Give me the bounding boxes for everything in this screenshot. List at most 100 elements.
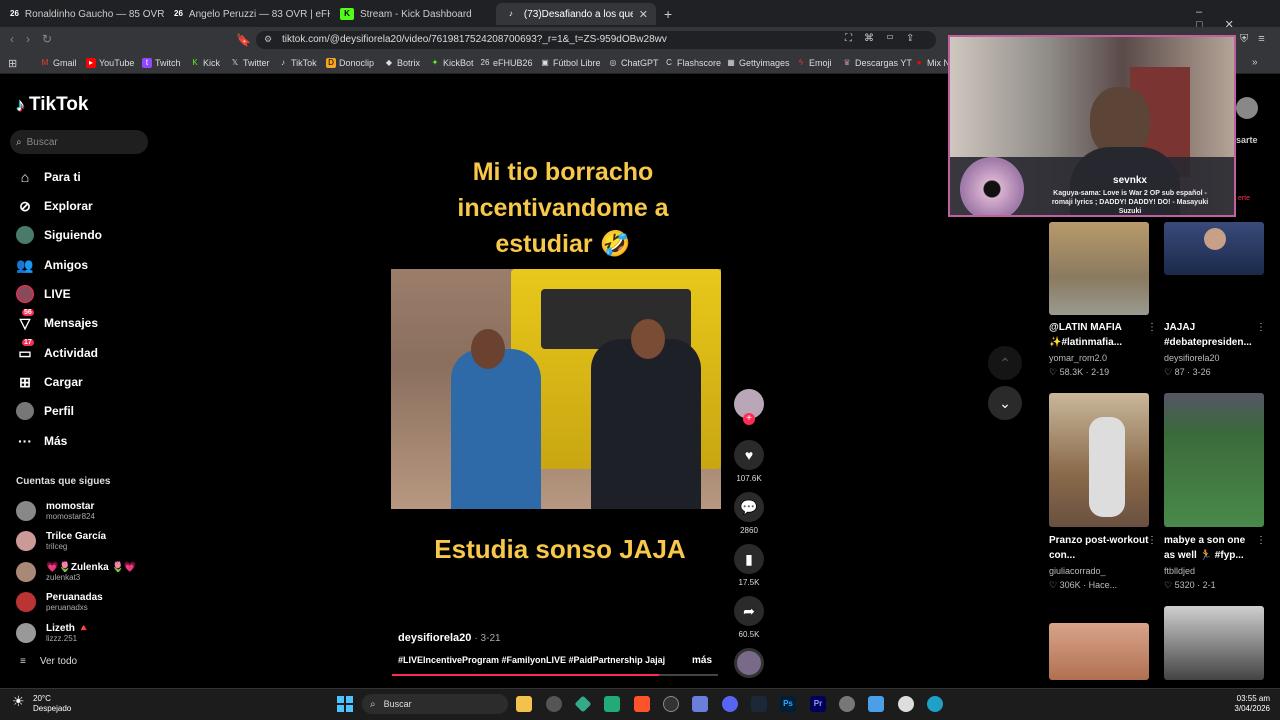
- bookmark-tiktok[interactable]: ♪ TikTok: [278, 56, 317, 70]
- following-account[interactable]: 💗🌷Zulenka 🌷💗 zulenkat3: [16, 559, 136, 585]
- apps-grid-icon[interactable]: ⊞: [8, 57, 17, 70]
- related-video-thumbnail[interactable]: [1164, 606, 1264, 680]
- see-all-link[interactable]: ≡ Ver todo: [20, 656, 77, 667]
- bookmark-futbol-libre[interactable]: ▣ Fútbol Libre: [540, 56, 600, 70]
- sidebar-item-perfil[interactable]: Perfil: [16, 400, 74, 422]
- share-button[interactable]: ➦ 60.5K: [733, 596, 765, 639]
- follow-plus-icon[interactable]: +: [743, 413, 755, 425]
- video-progress-track[interactable]: [392, 674, 718, 676]
- notepad-icon[interactable]: [868, 696, 884, 712]
- sidebar-item-amigos[interactable]: 👥 Amigos: [16, 254, 88, 276]
- related-video-author[interactable]: deysifiorela20: [1164, 352, 1220, 364]
- new-tab-button[interactable]: +: [664, 6, 672, 22]
- next-video-button[interactable]: ⌄: [988, 386, 1022, 420]
- bookmark-twitter[interactable]: 𝕏 Twitter: [230, 56, 270, 70]
- previous-video-button[interactable]: ⌃: [988, 346, 1022, 380]
- related-video-title[interactable]: mabye a son one as well 🏃 #fyp...: [1164, 533, 1258, 563]
- sidebar-item-mensajes[interactable]: ▽ 56 Mensajes: [16, 309, 98, 334]
- steam-icon[interactable]: [751, 696, 767, 712]
- tiktok-logo[interactable]: ♪ TikTok: [16, 94, 88, 116]
- sidebar-item-actividad[interactable]: ▭ 17 Actividad: [16, 339, 98, 364]
- video-player[interactable]: [391, 269, 721, 509]
- search-input[interactable]: ⌕ Buscar: [10, 130, 148, 154]
- related-video-thumbnail[interactable]: [1049, 623, 1149, 680]
- sidebar-item-cargar[interactable]: ⊞ Cargar: [16, 371, 83, 393]
- bookmark-kickbot[interactable]: ✦ KickBot: [430, 56, 474, 70]
- bookmark-page-icon[interactable]: 🔖: [236, 33, 251, 47]
- media-player-icon[interactable]: [898, 696, 914, 712]
- save-button[interactable]: ▮ 17.5K: [733, 544, 765, 587]
- system-clock[interactable]: 03:55 am 3/04/2026: [1200, 694, 1270, 714]
- tab-efhub-ronaldinho[interactable]: 26 Ronaldinho Gaucho — 85 OVR | eFHU: [2, 3, 164, 25]
- sidebar-item-mas[interactable]: ··· Más: [16, 430, 67, 452]
- more-description-button[interactable]: más: [692, 655, 712, 666]
- related-video-thumbnail[interactable]: [1049, 222, 1149, 315]
- related-video-title[interactable]: Pranzo post-workout con...: [1049, 533, 1149, 563]
- bookmark-descargas-yt[interactable]: ♛ Descargas YT: [842, 56, 911, 70]
- taskbar-search[interactable]: ⌕ Buscar: [362, 694, 508, 714]
- windows-start-icon[interactable]: [337, 696, 353, 712]
- following-account[interactable]: Trilce García trilceg: [16, 528, 106, 554]
- discord-icon[interactable]: [722, 696, 738, 712]
- sidebar-item-siguiendo[interactable]: Siguiendo: [16, 224, 102, 246]
- site-info-icon[interactable]: ⚙: [264, 34, 272, 45]
- bookmark-mix[interactable]: ● Mix N: [914, 56, 950, 70]
- related-video-thumbnail[interactable]: [1049, 393, 1149, 527]
- related-video-thumbnail[interactable]: [1164, 222, 1264, 275]
- weather-widget[interactable]: 20°C Despejado: [33, 694, 71, 714]
- bookmark-gettyimages[interactable]: ▦ Gettyimages: [726, 56, 789, 70]
- bookmark-efhub[interactable]: 26 eFHUB26: [480, 56, 533, 70]
- author-avatar-button[interactable]: +: [733, 389, 765, 425]
- sidebar-item-explorar[interactable]: ⊘ Explorar: [16, 195, 93, 217]
- comment-button[interactable]: 💬 2860: [733, 492, 765, 535]
- bookmark-gmail[interactable]: M Gmail: [40, 56, 77, 70]
- close-tab-icon[interactable]: ✕: [639, 8, 648, 21]
- more-options-icon[interactable]: ⋮: [1147, 535, 1157, 546]
- premiere-icon[interactable]: Pr: [810, 696, 826, 712]
- related-video-author[interactable]: giuliacorrado_: [1049, 565, 1106, 577]
- settings-icon[interactable]: [839, 696, 855, 712]
- app-icon[interactable]: [663, 696, 679, 712]
- weather-icon[interactable]: ☀: [12, 693, 25, 710]
- app-icon[interactable]: [604, 696, 620, 712]
- bookmark-chatgpt[interactable]: ◎ ChatGPT: [608, 56, 659, 70]
- edge-icon[interactable]: [927, 696, 943, 712]
- bookmark-youtube[interactable]: ▸ YouTube: [86, 56, 134, 70]
- bookmark-donoclip[interactable]: D Donoclip: [326, 56, 374, 70]
- bookmark-emoji[interactable]: ϟ Emoji: [796, 56, 832, 70]
- brave-browser-icon[interactable]: [634, 696, 650, 712]
- related-video-author[interactable]: yomar_rom2.0: [1049, 352, 1107, 364]
- photoshop-icon[interactable]: Ps: [780, 696, 796, 712]
- related-video-thumbnail[interactable]: [1164, 393, 1264, 527]
- nav-buttons[interactable]: ‹›↻: [10, 32, 64, 46]
- url-field[interactable]: tiktok.com/@deysifiorela20/video/7619817…: [256, 31, 936, 49]
- sidebar-item-para-ti[interactable]: ⌂ Para ti: [16, 166, 81, 188]
- like-button[interactable]: ♥ 107.6K: [733, 440, 765, 483]
- sidebar-item-live[interactable]: LIVE: [16, 283, 71, 305]
- bookmark-twitch[interactable]: t Twitch: [142, 56, 181, 70]
- following-account[interactable]: momostar momostar824: [16, 498, 95, 524]
- more-options-icon[interactable]: ⋮: [1256, 535, 1266, 546]
- following-account[interactable]: Lizeth 🔺 lizzz.251: [16, 620, 90, 646]
- tab-kick-dashboard[interactable]: K Stream - Kick Dashboard: [332, 3, 496, 25]
- music-disc-button[interactable]: [733, 648, 765, 678]
- address-tools-icons[interactable]: ⛶⌘▭⇪: [845, 33, 926, 44]
- file-explorer-icon[interactable]: [516, 696, 532, 712]
- following-account[interactable]: Peruanadas peruanadxs: [16, 589, 103, 615]
- related-video-title[interactable]: JAJAJ #debatepresiden...: [1164, 320, 1258, 350]
- bookmark-kick[interactable]: K Kick: [190, 56, 220, 70]
- more-options-icon[interactable]: ⋮: [1147, 322, 1157, 333]
- tab-tiktok-active[interactable]: ♪ (73)Desafiando a los que no d ✕: [496, 3, 656, 25]
- menu-icons[interactable]: ⛨≡: [1240, 33, 1275, 46]
- calculator-icon[interactable]: [692, 696, 708, 712]
- related-video-title[interactable]: @LATIN MAFIA ✨#latinmafia...: [1049, 320, 1161, 350]
- bookmark-flashscore[interactable]: C Flashscore: [664, 56, 721, 70]
- chrome-icon[interactable]: [546, 696, 562, 712]
- related-video-author[interactable]: ftblldjed: [1164, 565, 1195, 577]
- profile-avatar[interactable]: [1236, 97, 1258, 119]
- more-bookmarks-icon[interactable]: »: [1252, 57, 1258, 68]
- video-author-line[interactable]: deysifiorela20 · 3-21: [398, 632, 501, 644]
- bookmark-botrix[interactable]: ◆ Botrix: [384, 56, 420, 70]
- more-options-icon[interactable]: ⋮: [1256, 322, 1266, 333]
- tab-efhub-peruzzi[interactable]: 26 Angelo Peruzzi — 83 OVR | eFHUB: [166, 3, 330, 25]
